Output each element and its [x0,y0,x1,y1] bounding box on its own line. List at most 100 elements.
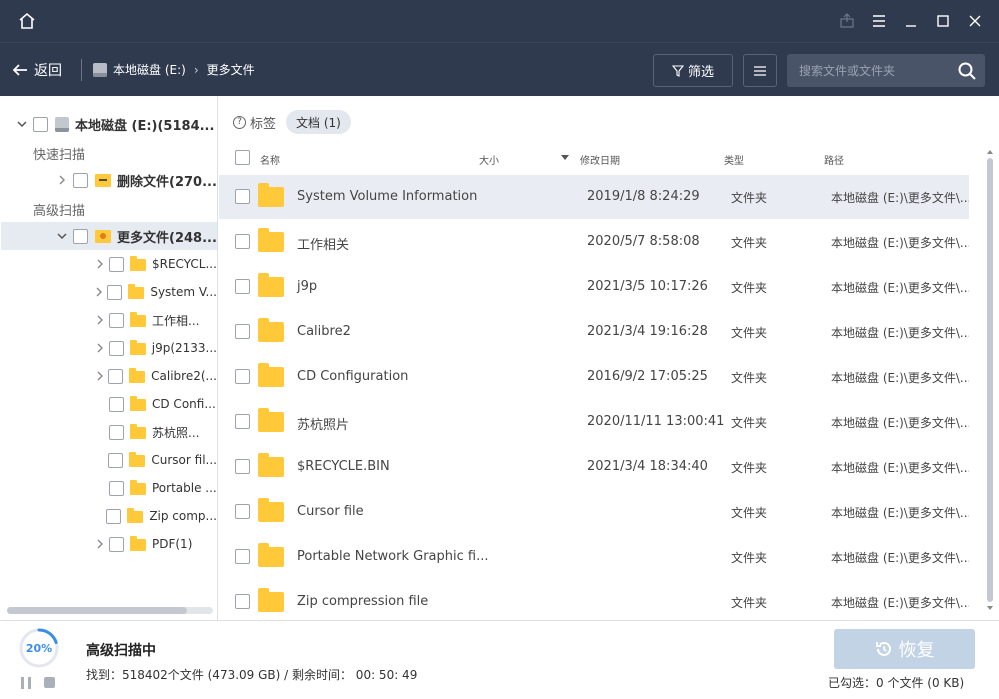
table-row[interactable]: 苏杭照片 2020/11/11 13:00:41 文件夹 本地磁盘 (E:)\更多文件… [219,400,969,444]
column-path[interactable]: 路径 [824,152,844,167]
row-checkbox[interactable] [235,459,250,474]
chevron-right-icon[interactable] [93,313,107,327]
chevron-right-icon[interactable] [93,257,107,271]
table-row[interactable]: Calibre2 2021/3/4 19:16:28 文件夹 本地磁盘 (E:)\更多… [219,310,969,354]
row-checkbox[interactable] [235,549,250,564]
row-name: Calibre2 [297,324,351,339]
table-row[interactable]: CD Configuration 2016/9/2 17:05:25 文件夹 本地磁盘… [219,355,969,399]
recover-button[interactable]: 恢复 [834,629,975,669]
row-name: Zip compression file [297,594,429,609]
table-row[interactable]: System Volume Information 2019/1/8 8:24:2… [219,175,969,219]
column-type[interactable]: 类型 [724,152,744,167]
tree-item-label: $RECYCL... [152,257,217,271]
menu-icon[interactable] [863,7,895,35]
tree-root[interactable]: 本地磁盘 (E:)(5184... [1,110,217,138]
tree-checkbox[interactable] [108,368,124,384]
tree-checkbox[interactable] [107,284,123,300]
table-row[interactable]: Portable Network Graphic fi... 文件夹 本地磁盘 (E… [219,535,969,579]
row-checkbox[interactable] [235,234,250,249]
tree-item[interactable]: j9p(2133... [1,334,217,362]
minimize-icon[interactable] [895,7,927,35]
tree-item-more-files[interactable]: 更多文件(248... [1,222,217,250]
breadcrumb-drive[interactable]: 本地磁盘 (E:) [113,61,186,78]
scrollbar-thumb[interactable] [987,158,993,602]
table-row[interactable]: j9p 2021/3/5 10:17:26 文件夹 本地磁盘 (E:)\更多文件\..… [219,265,969,309]
tree-item[interactable]: 苏杭照... [1,418,217,446]
row-checkbox[interactable] [235,504,250,519]
chevron-right-icon[interactable] [93,537,107,551]
folder-icon [130,480,146,495]
title-bar [0,0,999,42]
tree-checkbox[interactable] [109,256,124,272]
tree-checkbox[interactable] [73,228,88,244]
back-button[interactable]: 返回 [12,58,62,82]
tree-checkbox[interactable] [108,452,124,468]
tree-checkbox[interactable] [108,340,124,356]
column-name[interactable]: 名称 [260,152,280,167]
tree-item[interactable]: Cursor fil... [1,446,217,474]
chevron-right-icon[interactable] [93,369,106,383]
table-row[interactable]: Cursor file 文件夹 本地磁盘 (E:)\更多文件\... [219,490,969,534]
tag-chip-documents[interactable]: 文档 (1) [286,110,351,134]
tree-checkbox[interactable] [109,480,124,496]
breadcrumb-folder[interactable]: 更多文件 [207,61,255,78]
folder-icon [258,453,284,477]
chevron-down-icon[interactable] [15,117,29,131]
home-icon[interactable] [14,8,40,34]
view-list-button[interactable] [743,54,777,87]
chevron-right-icon[interactable] [55,173,69,187]
row-type: 文件夹 [731,551,768,565]
tree-item[interactable]: Zip comp... [1,502,217,530]
table-row[interactable]: $RECYCLE.BIN 2021/3/4 18:34:40 文件夹 本地磁盘 (E:… [219,445,969,489]
list-vertical-scrollbar[interactable] [985,150,995,610]
sort-down-icon[interactable] [561,155,569,160]
filter-button[interactable]: 筛选 [653,54,733,87]
column-date[interactable]: 修改日期 [580,152,620,167]
tags-label-group[interactable]: ? 标签 [233,113,276,132]
select-all-checkbox[interactable] [235,150,250,165]
search-icon[interactable] [957,61,977,81]
tree-item[interactable]: CD Confi... [1,390,217,418]
tree-item[interactable]: PDF(1) [1,530,217,558]
row-checkbox[interactable] [235,279,250,294]
chevron-right-icon[interactable] [93,285,105,299]
row-checkbox[interactable] [235,594,250,609]
tree-item-label: Zip comp... [149,509,217,523]
search-input[interactable] [787,54,947,87]
tree-item-label: 工作相... [152,313,200,328]
row-checkbox[interactable] [235,189,250,204]
tree-item[interactable]: System V... [1,278,217,306]
scrollbar-thumb[interactable] [7,607,187,614]
tree-checkbox[interactable] [109,536,124,552]
scroll-down-icon[interactable] [987,606,993,610]
table-row[interactable]: Zip compression file 文件夹 本地磁盘 (E:)\更多文件\..… [219,580,969,619]
table-row[interactable]: 工作相关 2020/5/7 8:58:08 文件夹 本地磁盘 (E:)\更多文件\..… [219,220,969,264]
chevron-down-icon[interactable] [55,229,69,243]
maximize-icon[interactable] [927,7,959,35]
tree-item[interactable]: $RECYCL... [1,250,217,278]
tree-checkbox[interactable] [73,172,88,188]
stop-button[interactable] [44,677,55,688]
scroll-up-icon[interactable] [987,150,993,154]
tree-checkbox[interactable] [109,312,124,328]
tree-checkbox[interactable] [109,424,124,440]
pause-button[interactable] [21,677,31,689]
tree-item[interactable]: 工作相... [1,306,217,334]
column-size[interactable]: 大小 [479,152,499,167]
tree-checkbox[interactable] [109,396,124,412]
close-icon[interactable] [959,7,991,35]
tree-item-label: 更多文件(248... [117,230,217,246]
tree-root-checkbox[interactable] [33,116,48,132]
chevron-right-icon[interactable] [93,341,107,355]
row-checkbox[interactable] [235,369,250,384]
file-list: System Volume Information 2019/1/8 8:24:2… [219,175,969,619]
row-checkbox[interactable] [235,414,250,429]
share-icon[interactable] [831,7,863,35]
tree-checkbox[interactable] [106,508,122,524]
tree-item-deleted-files[interactable]: 删除文件(270... [1,166,217,194]
row-checkbox[interactable] [235,324,250,339]
tree-item[interactable]: Portable ... [1,474,217,502]
tree-item[interactable]: Calibre2(... [1,362,217,390]
tree-horizontal-scrollbar[interactable] [7,607,213,614]
